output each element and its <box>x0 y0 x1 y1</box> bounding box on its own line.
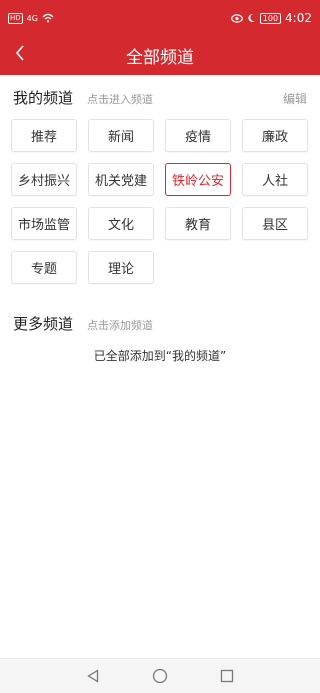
status-bar: HD 4G 100 4:02 <box>0 0 320 36</box>
recents-key[interactable] <box>217 666 237 686</box>
channel-chip[interactable]: 县区 <box>242 207 308 240</box>
back-key[interactable] <box>83 666 103 686</box>
status-right: 100 4:02 <box>230 11 312 25</box>
channel-chip[interactable]: 理论 <box>88 251 154 284</box>
channel-chip[interactable]: 乡村振兴 <box>11 163 77 196</box>
page-title: 全部频道 <box>126 48 194 68</box>
channel-chip[interactable]: 人社 <box>242 163 308 196</box>
channel-chip[interactable]: 机关党建 <box>88 163 154 196</box>
sim-hd-icon: HD <box>8 12 23 24</box>
more-channels-hint: 点击添加频道 <box>87 319 154 332</box>
status-time: 4:02 <box>285 11 312 25</box>
system-navigation-bar <box>0 658 320 693</box>
cellular-signal-icon: 4G <box>26 13 38 23</box>
wifi-icon <box>42 13 54 23</box>
status-left: HD 4G <box>8 12 54 24</box>
channel-chip[interactable]: 市场监管 <box>11 207 77 240</box>
square-recents-icon <box>220 669 233 683</box>
back-button[interactable] <box>8 41 32 65</box>
home-key[interactable] <box>150 666 170 686</box>
battery-icon: 100 <box>259 12 282 24</box>
channel-chip[interactable]: 文化 <box>88 207 154 240</box>
edit-button[interactable]: 编辑 <box>283 90 307 107</box>
nav-bar: 全部频道 <box>0 36 320 75</box>
channel-chip[interactable]: 廉政 <box>242 119 308 152</box>
more-channels-title: 更多频道 <box>13 315 74 333</box>
channel-chip[interactable]: 疫情 <box>165 119 231 152</box>
moon-icon <box>248 13 255 22</box>
channel-chip[interactable]: 新闻 <box>88 119 154 152</box>
channel-chip[interactable]: 教育 <box>165 207 231 240</box>
channel-chip[interactable]: 专题 <box>11 251 77 284</box>
more-channels-header: 更多频道 点击添加频道 <box>0 313 320 334</box>
channel-chip[interactable]: 铁岭公安 <box>165 163 231 196</box>
triangle-back-icon <box>87 669 99 683</box>
my-channels-hint: 点击进入频道 <box>87 93 154 106</box>
top-header: HD 4G 100 4:02 全部频道 <box>0 0 320 75</box>
eye-comfort-icon <box>230 13 243 23</box>
circle-home-icon <box>152 668 168 684</box>
my-channels-title: 我的频道 <box>13 89 74 107</box>
chevron-left-icon <box>15 45 24 61</box>
channel-chip[interactable]: 推荐 <box>11 119 77 152</box>
my-channels-grid: 推荐 新闻 疫情 廉政乡村振兴 机关党建 铁岭公安 人社市场监管 文化 教育 县区专题 理论 <box>11 119 310 284</box>
more-channels-empty-message: 已全部添加到“我的频道” <box>93 349 227 363</box>
my-channels-header: 我的频道 点击进入频道 编辑 <box>0 87 320 108</box>
